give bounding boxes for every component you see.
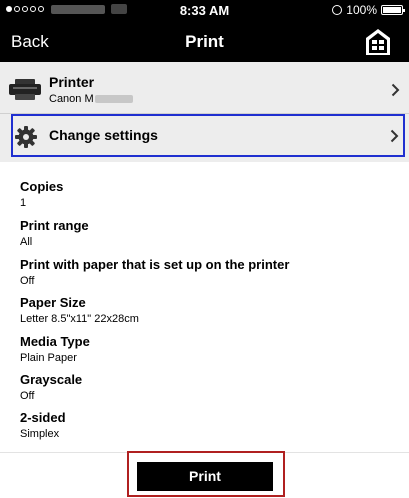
setting-name: Print with paper that is set up on the p… bbox=[20, 257, 290, 272]
chevron-right-icon bbox=[391, 83, 400, 97]
printer-name-text: Canon M bbox=[49, 93, 94, 105]
printer-name-redacted bbox=[94, 95, 133, 103]
setting-name: Paper Size bbox=[20, 295, 86, 310]
setting-name: Media Type bbox=[20, 334, 90, 349]
setting-name: Grayscale bbox=[20, 372, 83, 387]
home-icon[interactable] bbox=[363, 27, 393, 57]
change-settings-label: Change settings bbox=[49, 127, 158, 143]
status-right: 100% bbox=[332, 3, 405, 17]
alarm-icon bbox=[332, 5, 343, 15]
setting-value: Simplex bbox=[20, 428, 60, 440]
printer-name: Canon M bbox=[49, 93, 133, 105]
setting-name: 2-sided bbox=[20, 410, 66, 425]
setting-value: Off bbox=[20, 275, 35, 287]
printer-row[interactable]: Printer Canon M bbox=[0, 66, 409, 114]
change-settings-button[interactable]: Change settings bbox=[11, 114, 405, 157]
printer-icon bbox=[9, 79, 41, 100]
setting-copies: Copies 1 bbox=[20, 179, 400, 210]
page-title: Print bbox=[185, 32, 224, 51]
setting-value: 1 bbox=[20, 197, 27, 209]
setting-name: Print range bbox=[20, 218, 89, 233]
setting-paper-size: Paper Size Letter 8.5"x11" 22x28cm bbox=[20, 295, 400, 326]
battery-icon bbox=[381, 5, 405, 15]
setting-2-sided: 2-sided Simplex bbox=[20, 410, 400, 441]
battery-percent: 100% bbox=[346, 3, 377, 17]
setting-name: Copies bbox=[20, 179, 64, 194]
setting-value: Plain Paper bbox=[20, 352, 77, 364]
print-button[interactable]: Print bbox=[137, 462, 273, 491]
printer-selection-section: Printer Canon M Change settings bbox=[0, 62, 409, 162]
setting-media-type: Media Type Plain Paper bbox=[20, 334, 400, 365]
gear-icon bbox=[15, 126, 37, 148]
setting-printer-paper: Print with paper that is set up on the p… bbox=[20, 257, 400, 288]
setting-print-range: Print range All bbox=[20, 218, 400, 249]
setting-value: Letter 8.5"x11" 22x28cm bbox=[20, 313, 139, 325]
status-bar: 8:33 AM 100% bbox=[0, 0, 409, 22]
setting-value: All bbox=[20, 236, 33, 248]
setting-value: Off bbox=[20, 390, 35, 402]
printer-label: Printer bbox=[49, 74, 95, 90]
chevron-right-icon bbox=[390, 129, 399, 143]
back-button[interactable]: Back bbox=[11, 32, 49, 52]
navigation-bar: Back Print bbox=[0, 22, 409, 62]
setting-grayscale: Grayscale Off bbox=[20, 372, 400, 403]
